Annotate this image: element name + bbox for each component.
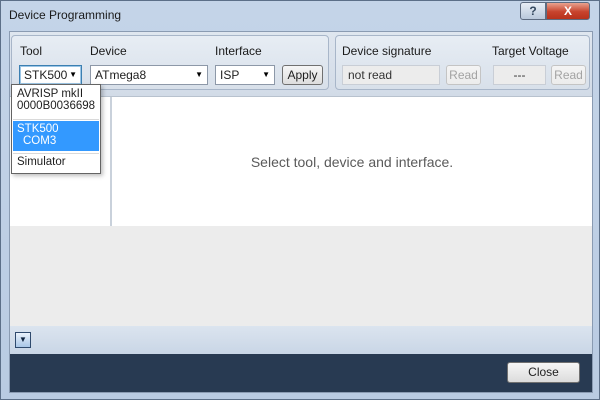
device-signature-field: not read xyxy=(342,65,440,85)
chevron-down-icon: ▼ xyxy=(69,70,77,79)
expander-bar: ▼ xyxy=(10,326,592,354)
close-icon: X xyxy=(563,4,572,18)
tool-option-stk500[interactable]: STK500 COM3 xyxy=(13,121,99,151)
signature-voltage-group: Device signature not read Read Target Vo… xyxy=(335,35,590,90)
tool-dropdown-list: AVRISP mkII 0000B0036698 STK500 COM3 Sim… xyxy=(11,84,101,174)
chevron-down-icon: ▼ xyxy=(262,70,270,79)
dialog-footer: Close xyxy=(10,354,592,392)
tool-option-avrisp[interactable]: AVRISP mkII 0000B0036698 xyxy=(13,86,99,116)
close-button[interactable]: Close xyxy=(507,362,580,383)
tool-option-name: STK500 xyxy=(17,123,59,135)
device-select-value: ATmega8 xyxy=(95,68,147,82)
target-voltage-field: --- xyxy=(493,65,546,85)
interface-label: Interface xyxy=(215,44,262,58)
status-message: Select tool, device and interface. xyxy=(250,154,454,170)
help-icon: ? xyxy=(529,4,537,18)
target-voltage-label: Target Voltage xyxy=(492,44,569,58)
title-bar[interactable]: Device Programming ? X xyxy=(1,1,599,31)
read-voltage-button[interactable]: Read xyxy=(551,65,586,85)
expand-button[interactable]: ▼ xyxy=(15,332,31,348)
window-close-button[interactable]: X xyxy=(546,2,590,20)
device-select[interactable]: ATmega8 ▼ xyxy=(90,65,208,85)
window-title: Device Programming xyxy=(9,8,122,22)
tool-label: Tool xyxy=(20,44,43,58)
apply-button[interactable]: Apply xyxy=(282,65,323,85)
tool-option-simulator[interactable]: Simulator xyxy=(13,156,99,172)
chevron-down-icon: ▼ xyxy=(195,70,203,79)
interface-select[interactable]: ISP ▼ xyxy=(215,65,275,85)
dropdown-divider xyxy=(13,119,99,120)
tool-option-name: Simulator xyxy=(17,156,66,168)
details-area xyxy=(10,226,592,326)
tool-option-name: AVRISP mkII xyxy=(17,88,84,100)
read-signature-button[interactable]: Read xyxy=(446,65,481,85)
help-button[interactable]: ? xyxy=(520,2,546,20)
device-signature-label: Device signature xyxy=(342,44,432,58)
interface-select-value: ISP xyxy=(220,68,240,82)
tool-option-port: COM3 xyxy=(23,135,57,147)
tool-device-interface-group: Tool STK500 ▼ Device ATmega8 ▼ Interface… xyxy=(11,35,329,90)
tool-option-serial: 0000B0036698 xyxy=(17,100,96,112)
dropdown-divider xyxy=(13,153,99,154)
chevron-down-icon: ▼ xyxy=(19,335,27,344)
device-programming-window: Device Programming ? X Tool STK500 ▼ Dev… xyxy=(0,0,600,400)
device-label: Device xyxy=(90,44,127,58)
tool-select-value: STK500 xyxy=(24,68,68,82)
tool-select[interactable]: STK500 ▼ xyxy=(19,65,82,85)
